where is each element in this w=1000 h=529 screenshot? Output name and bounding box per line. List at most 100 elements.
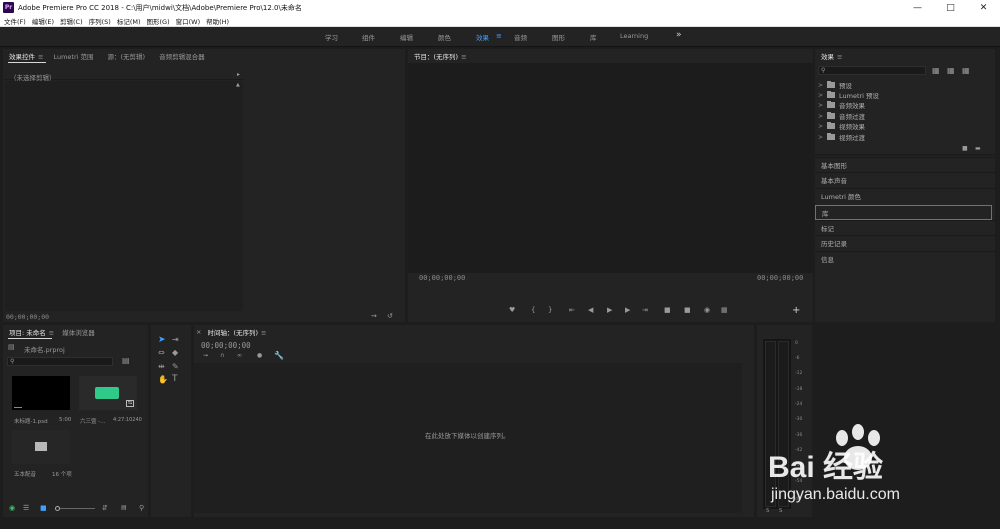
effects-item-audio-transitions[interactable]: > 音频过渡 [818,111,865,121]
bin-thumbnail[interactable] [12,430,70,464]
tab-lumetri-scopes[interactable]: Lumetri 范围 [53,51,93,61]
section-history[interactable]: 历史记录 [815,235,995,250]
timeline-track-area[interactable]: 在此处放下媒体以创建序列。 [194,363,742,513]
effects-search-input[interactable]: ⚲ [818,66,926,75]
effects-item-audio-effects[interactable]: > 音频效果 [818,100,865,110]
program-playhead-timecode[interactable]: 00;00;00;00 [419,274,465,282]
32bit-effects-icon[interactable]: ▦ [947,67,955,75]
lock-icon[interactable]: ◉ [9,505,15,512]
export-frame-icon[interactable]: ◉ [704,307,710,314]
workspace-tab-effects[interactable]: 效果 [476,32,489,42]
section-info[interactable]: 信息 [815,251,995,266]
project-search-input[interactable]: ⚲ [7,357,113,366]
section-lumetri-color[interactable]: Lumetri 颜色 [815,188,995,203]
scale-label: -6 [795,356,800,361]
tab-audio-clip-mixer[interactable]: 音频剪辑混合器 [159,51,205,61]
section-markers[interactable]: 标记 [815,220,995,235]
menu-help[interactable]: 帮助(H) [203,16,232,26]
delete-icon[interactable]: ▬ [975,146,981,152]
hand-tool-icon[interactable]: ✋ [158,376,168,384]
section-essential-graphics[interactable]: 基本图形 [815,157,995,172]
menu-file[interactable]: 文件(F) [0,16,29,26]
tab-effect-controls[interactable]: 效果控件 ≡ [9,51,43,61]
tab-project[interactable]: 项目: 未命名 ≡ [9,327,54,337]
workspace-tab-libraries[interactable]: 库 [590,32,597,42]
icon-view-icon[interactable]: ■ [40,505,47,512]
effects-item-video-effects[interactable]: > 视频效果 [818,121,865,131]
snap-icon[interactable]: ∩ [220,353,224,359]
play-only-icon[interactable]: ▸ [237,72,240,78]
clip-thumbnail[interactable] [12,376,70,410]
pen-tool-icon[interactable]: ✎ [172,363,179,371]
effects-item-lumetri-presets[interactable]: > Lumetri 预设 [818,90,879,100]
step-back-icon[interactable]: ◀ [588,307,593,314]
menu-edit[interactable]: 编辑(E) [29,16,57,26]
tab-timeline[interactable]: 时间轴：(无序列) ≡ [207,327,266,337]
find-icon[interactable]: ⚲ [139,505,144,512]
export-icon[interactable]: ↺ [387,313,393,320]
selection-tool-icon[interactable]: ➤ [158,336,166,345]
add-marker-icon[interactable]: ● [257,353,262,359]
zoom-slider[interactable] [55,506,95,511]
tab-source[interactable]: 源：(无剪辑) [108,51,146,61]
menu-clip[interactable]: 剪辑(C) [57,16,86,26]
extract-icon[interactable]: ■ [684,307,691,314]
go-to-in-icon[interactable]: ⇤ [569,307,575,314]
chevron-right-icon: > [818,101,824,109]
go-to-out-icon[interactable]: ⇥ [642,307,648,314]
menu-graphics[interactable]: 图形(G) [144,16,173,26]
workspace-tab-learn[interactable]: 学习 [325,32,338,42]
workspace-tab-audio[interactable]: 音频 [514,32,527,42]
sort-icon[interactable]: ⇵ [102,505,108,512]
linked-selection-icon[interactable]: ∞ [237,353,242,359]
workspace-tab-learning[interactable]: Learning [620,32,648,40]
track-select-tool-icon[interactable]: ⇥ [172,336,179,344]
menu-window[interactable]: 窗口(W) [173,16,204,26]
mark-out-icon[interactable]: } [548,307,552,314]
step-forward-icon[interactable]: ▶ [625,307,630,314]
automate-icon[interactable]: ▤ [121,505,127,511]
add-marker-icon[interactable]: ♥ [509,307,515,314]
lift-icon[interactable]: ■ [664,307,671,314]
audio-thumbnail[interactable]: ⇆ [79,376,137,410]
menu-marker[interactable]: 标记(M) [114,16,144,26]
wrench-icon[interactable]: 🔧 [274,352,284,360]
maximize-icon[interactable]: □ [934,0,967,15]
effects-item-video-transitions[interactable]: > 视频过渡 [818,132,865,142]
workspace-tab-assembly[interactable]: 组件 [362,32,375,42]
nest-icon[interactable]: ⇝ [203,353,208,359]
tab-effects[interactable]: 效果 ≡ [821,51,842,61]
scroll-up-icon[interactable]: ▲ [236,83,240,88]
section-libraries[interactable]: 库 [815,205,992,220]
type-tool-icon[interactable]: T [172,375,178,384]
workspace-more-icon[interactable]: » [676,30,682,40]
play-icon[interactable]: ▶ [607,307,612,314]
minimize-icon[interactable]: — [901,0,934,15]
close-icon[interactable]: ✕ [967,0,1000,15]
mark-in-icon[interactable]: { [531,307,535,314]
effects-item-presets[interactable]: > 预设 [818,80,852,90]
program-video-area[interactable] [408,63,813,273]
workspace-tab-editing[interactable]: 编辑 [400,32,413,42]
menu-sequence[interactable]: 序列(S) [86,16,114,26]
tab-program[interactable]: 节目：(无序列) ≡ [414,51,467,61]
ripple-edit-tool-icon[interactable]: ⇔ [158,349,165,357]
comparison-view-icon[interactable]: ▦ [721,307,728,314]
tab-media-browser[interactable]: 媒体浏览器 [62,327,95,337]
timeline-timecode[interactable]: 00;00;00;00 [201,341,251,350]
yuv-effects-icon[interactable]: ▦ [962,67,970,75]
button-editor-icon[interactable]: + [792,306,800,316]
new-bin-icon[interactable]: ■ [962,146,968,152]
workspace-tab-color[interactable]: 颜色 [438,32,451,42]
close-tab-icon[interactable]: × [196,328,201,336]
accelerated-effects-icon[interactable]: ▦ [932,67,940,75]
workspace-menu-icon[interactable]: ≡ [496,32,502,40]
filter-icon[interactable]: ⇝ [371,313,377,320]
razor-tool-icon[interactable]: ◆ [172,349,178,357]
section-essential-sound[interactable]: 基本声音 [815,172,995,187]
chevron-right-icon: > [818,91,824,99]
workspace-tab-graphics[interactable]: 图形 [552,32,565,42]
slip-tool-icon[interactable]: ⇹ [158,363,165,371]
list-view-icon[interactable]: ☰ [23,505,29,512]
new-search-bin-icon[interactable]: ▤ [122,357,130,365]
